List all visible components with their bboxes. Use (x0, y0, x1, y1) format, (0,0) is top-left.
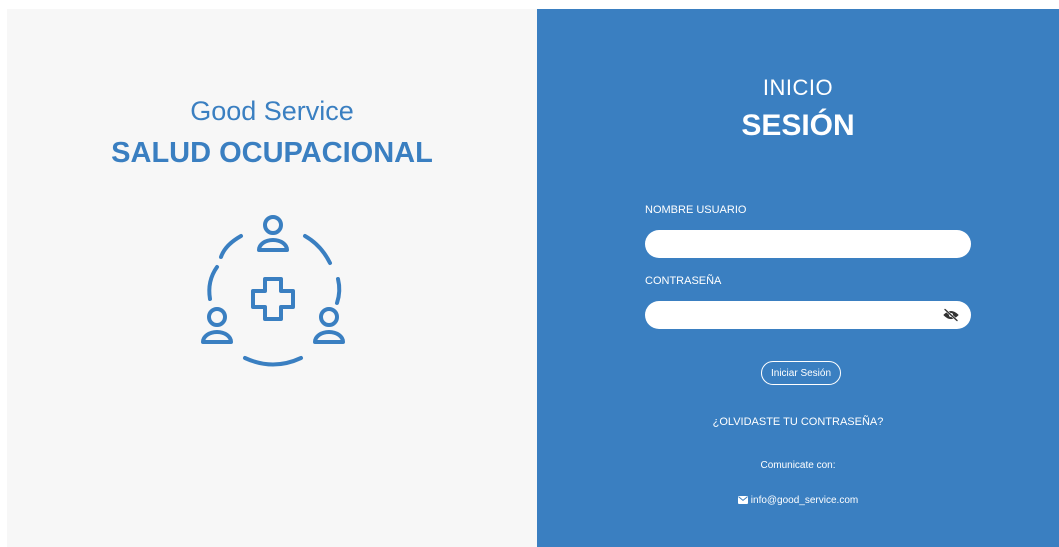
username-label: NOMBRE USUARIO (645, 204, 747, 216)
username-input[interactable] (645, 230, 971, 258)
brand-panel: Good Service SALUD OCUPACIONAL (7, 9, 537, 547)
eye-slash-icon[interactable] (943, 308, 959, 322)
brand-subtitle: SALUD OCUPACIONAL (111, 137, 433, 169)
login-button[interactable]: Iniciar Sesión (761, 361, 841, 385)
login-title-line2: SESIÓN (741, 109, 855, 142)
envelope-icon (737, 496, 748, 504)
contact-email-text[interactable]: info@good_service.com (751, 495, 858, 506)
password-label: CONTRASEÑA (645, 275, 722, 287)
contact-label: Comunicate con: (760, 460, 836, 471)
login-page: Good Service SALUD OCUPACIONAL INICIO SE… (7, 9, 1059, 547)
forgot-password-link[interactable]: ¿OLVIDASTE TU CONTRASEÑA? (537, 416, 1059, 428)
password-input[interactable] (645, 301, 971, 329)
health-team-icon (201, 215, 345, 367)
login-panel: INICIO SESIÓN NOMBRE USUARIO CONTRASEÑA … (537, 9, 1059, 547)
brand-name: Good Service (190, 96, 354, 126)
login-title-line1: INICIO (762, 75, 834, 100)
contact-email[interactable]: info@good_service.com (537, 495, 1059, 506)
